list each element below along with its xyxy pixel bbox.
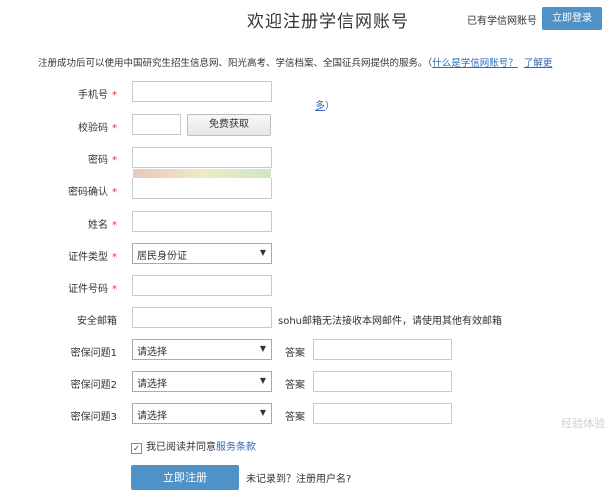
email-input[interactable] [132, 307, 272, 328]
agreement-row: ✓ 我已阅读并同意服务条款 [131, 438, 256, 454]
security-question-3-label: 密保问题3 [70, 412, 117, 423]
dropdown-arrow-icon: ▼ [259, 408, 266, 417]
security-question-1-label: 密保问题1 [70, 348, 117, 359]
required-mark: * [112, 187, 117, 198]
email-label: 安全邮箱 [77, 316, 117, 327]
security-question-2-label: 密保问题2 [70, 380, 117, 391]
required-mark: * [112, 284, 117, 295]
password-confirm-input[interactable] [132, 178, 272, 199]
what-is-account-link[interactable]: 什么是学信网账号？ [432, 58, 518, 69]
id-number-label: 证件号码 * [68, 284, 117, 295]
intro-text: 注册成功后可以使用中国研究生招生信息网、阳光高考、学信档案、全国征兵网提供的服务… [38, 55, 552, 69]
intro-description: 注册成功后可以使用中国研究生招生信息网、阳光高考、学信档案、全国征兵网提供的服务… [38, 58, 433, 69]
id-number-input[interactable] [132, 275, 272, 296]
required-mark: * [112, 220, 117, 231]
phone-label: 手机号 * [78, 90, 117, 101]
email-hint: sohu邮箱无法接收本网邮件，请使用其他有效邮箱 [278, 316, 503, 327]
terms-link[interactable]: 服务条款 [216, 442, 256, 453]
code-label: 校验码 * [78, 123, 117, 134]
answer-2-input[interactable] [313, 371, 452, 392]
required-mark: * [112, 155, 117, 166]
answer-1-label: 答案 [285, 348, 305, 359]
learn-more-link[interactable]: 了解更 [524, 58, 553, 69]
footer-hint: 未记录到？注册用户名? [246, 474, 352, 485]
phone-input[interactable] [132, 81, 272, 102]
security-question-2-select[interactable]: 请选择 ▼ [132, 371, 272, 392]
agreement-checkbox[interactable]: ✓ [131, 443, 142, 454]
watermark: 经验体验 [561, 417, 605, 430]
close-paren: ） [325, 101, 335, 112]
code-input[interactable] [132, 114, 181, 135]
name-label: 姓名 * [88, 220, 117, 231]
password-strength-bar [133, 169, 271, 178]
id-type-select[interactable]: 居民身份证 ▼ [132, 243, 272, 264]
required-mark: * [112, 90, 117, 101]
password-input[interactable] [132, 147, 272, 168]
name-input[interactable] [132, 211, 272, 232]
answer-3-label: 答案 [285, 412, 305, 423]
dropdown-arrow-icon: ▼ [259, 344, 266, 353]
dropdown-arrow-icon: ▼ [259, 248, 266, 257]
page-title: 欢迎注册学信网账号 [247, 12, 409, 32]
has-account-text: 已有学信网账号 [467, 16, 537, 27]
answer-1-input[interactable] [313, 339, 452, 360]
required-mark: * [112, 252, 117, 263]
get-code-button[interactable]: 免费获取 [187, 114, 271, 136]
security-question-3-select[interactable]: 请选择 ▼ [132, 403, 272, 424]
id-type-value: 居民身份证 [137, 251, 187, 262]
learn-more-continued[interactable]: 多） [315, 97, 335, 112]
security-question-1-select[interactable]: 请选择 ▼ [132, 339, 272, 360]
learn-more-link-tail[interactable]: 多 [315, 101, 325, 112]
register-button[interactable]: 立即注册 [131, 465, 239, 490]
answer-3-input[interactable] [313, 403, 452, 424]
agreement-text: 我已阅读并同意 [146, 442, 216, 453]
login-button[interactable]: 立即登录 [542, 7, 602, 30]
required-mark: * [112, 123, 117, 134]
answer-2-label: 答案 [285, 380, 305, 391]
id-type-label: 证件类型 * [68, 252, 117, 263]
password-label: 密码 * [88, 155, 117, 166]
password-confirm-label: 密码确认 * [68, 187, 117, 198]
dropdown-arrow-icon: ▼ [259, 376, 266, 385]
